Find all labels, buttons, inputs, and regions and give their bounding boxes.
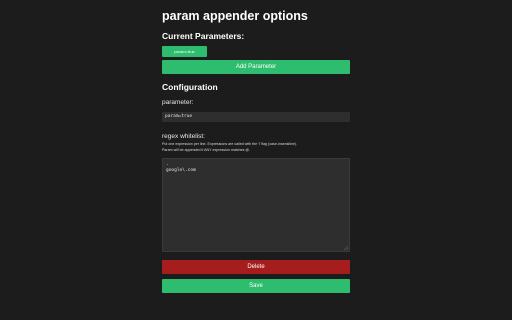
add-parameter-button[interactable]: Add Parameter [162,60,350,74]
help-text-line-2: Param will be appended if ANY expression… [162,148,251,152]
parameter-label: parameter: [162,99,194,106]
page-title: param appender options [162,9,308,23]
regex-whitelist-label: regex whitelist: [162,133,205,140]
regex-line: google\.com [166,168,196,173]
help-text-line-1: Put one expression per line. Expressions… [162,142,298,146]
save-button[interactable]: Save [162,279,350,293]
parameter-chip[interactable]: param=true [162,46,207,57]
configuration-heading: Configuration [162,82,218,92]
resize-handle-icon[interactable] [344,246,348,250]
current-parameters-heading: Current Parameters: [162,31,245,41]
parameter-input[interactable]: param=true [162,112,350,122]
delete-button[interactable]: Delete [162,260,350,274]
regex-whitelist-textarea[interactable]: . google\.com [162,158,350,252]
